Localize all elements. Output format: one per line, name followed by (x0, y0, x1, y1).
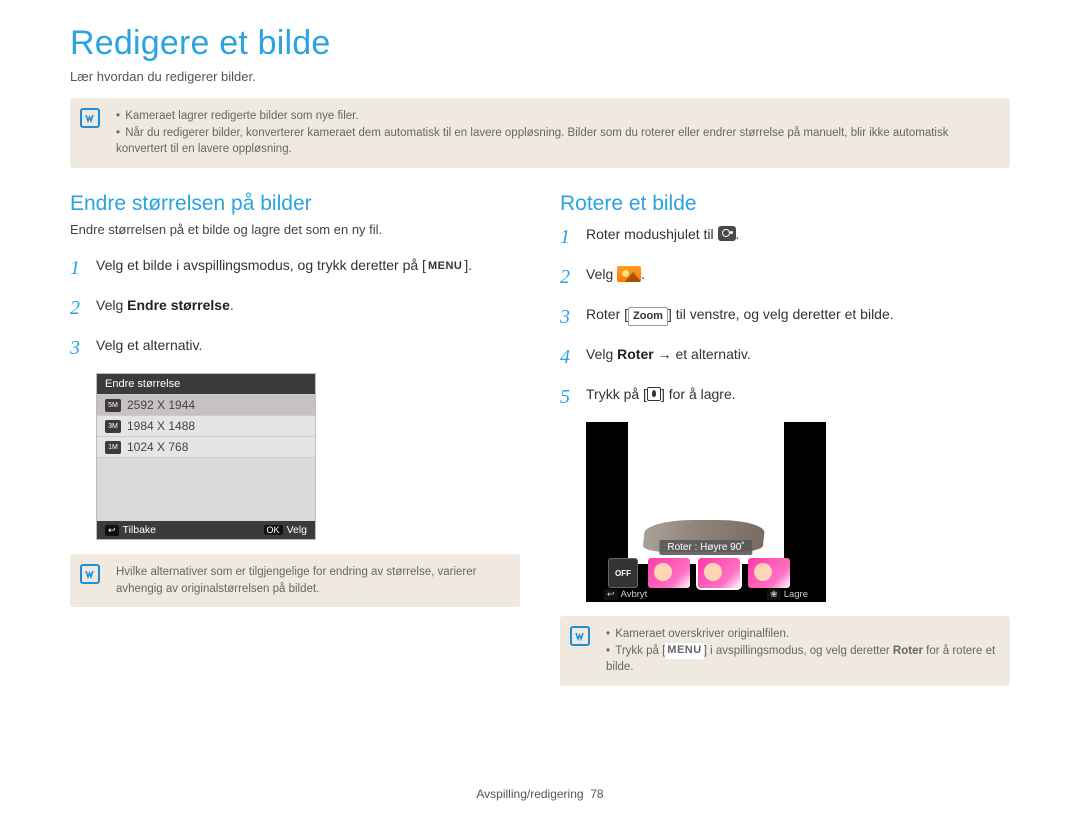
menu-header: Endre størrelse (97, 374, 315, 394)
step-bold: Roter (617, 346, 654, 362)
step-text: → et alternativ. (654, 346, 751, 362)
note-text: Hvilke alternativer som er tilgjengelige… (116, 566, 476, 595)
left-column: Endre størrelsen på bilder Endre størrel… (70, 192, 520, 686)
step-text: Velg et bilde i avspillingsmodus, og try… (96, 257, 426, 273)
menu-label: MENU (665, 643, 703, 659)
step-number: 2 (560, 262, 576, 292)
mode-dial-icon (718, 226, 736, 241)
menu-option-label: 2592 X 1944 (127, 398, 195, 412)
step-text: Roter [ (586, 306, 628, 322)
section-title-rotate: Rotere et bilde (560, 192, 1010, 216)
footer-back-label: Tilbake (123, 524, 156, 536)
step-text: ] for å lagre. (661, 386, 736, 402)
back-key-icon: ↩ (105, 525, 119, 536)
note-item: Kameraet overskriver originalfilen. (606, 626, 998, 643)
footer-section: Avspilling/redigering (476, 787, 583, 801)
rotate-thumb (748, 558, 790, 588)
step-number: 3 (70, 333, 86, 363)
step-number: 1 (70, 253, 86, 283)
note-item: Når du redigerer bilder, konverterer kam… (116, 125, 998, 158)
note-icon (80, 564, 100, 584)
note-icon (570, 626, 590, 646)
note-item: Kameraet lagrer redigerte bilder som nye… (116, 108, 998, 125)
step: 2 Velg Endre størrelse. (70, 293, 520, 323)
step-number: 5 (560, 382, 576, 412)
section-desc: Endre størrelsen på et bilde og lagre de… (70, 222, 520, 237)
step-text: . (230, 297, 234, 313)
photo-edit-icon (617, 266, 641, 282)
page-subtitle: Lær hvordan du redigerer bilder. (70, 69, 1010, 84)
resize-menu-screenshot: Endre størrelse 5M 2592 X 1944 3M 1984 X… (96, 373, 316, 540)
rotate-option-label: Roter : Høyre 90˚ (659, 540, 752, 555)
step-text: ]. (464, 257, 472, 273)
step: 1 Velg et bilde i avspillingsmodus, og t… (70, 253, 520, 283)
step-text: Velg et alternativ. (96, 333, 202, 356)
ok-key-icon: OK (264, 525, 283, 535)
step-text: . (641, 266, 645, 282)
right-column: Rotere et bilde 1 Roter modushjulet til … (560, 192, 1010, 686)
page-footer: Avspilling/redigering 78 (0, 787, 1080, 801)
resolution-icon: 3M (105, 420, 121, 433)
page-title: Redigere et bilde (70, 24, 1010, 63)
step-text: . (736, 226, 740, 242)
step-text: Velg (586, 346, 617, 362)
step-text: Velg (96, 297, 127, 313)
step-text: Roter modushjulet til (586, 226, 718, 242)
top-note: Kameraet lagrer redigerte bilder som nye… (70, 98, 1010, 168)
footer-select-label: Velg (287, 524, 307, 536)
right-note: Kameraet overskriver originalfilen. Tryk… (560, 616, 1010, 686)
step-text: Velg (586, 266, 617, 282)
menu-option: 5M 2592 X 1944 (97, 394, 315, 415)
resolution-icon: 1M (105, 441, 121, 454)
step: 3 Roter [Zoom] til venstre, og velg dere… (560, 302, 1010, 332)
step: 2 Velg . (560, 262, 1010, 292)
step-bold: Endre størrelse (127, 297, 230, 313)
menu-option: 1M 1024 X 768 (97, 436, 315, 457)
step: 4 Velg Roter → et alternativ. (560, 342, 1010, 372)
zoom-button-label: Zoom (628, 307, 668, 326)
macro-button-icon (647, 387, 661, 401)
footer-cancel: Avbryt (621, 589, 648, 600)
menu-label: MENU (426, 258, 464, 275)
menu-option-label: 1984 X 1488 (127, 419, 195, 433)
menu-option-label: 1024 X 768 (127, 440, 188, 454)
menu-option: 3M 1984 X 1488 (97, 415, 315, 436)
footer-page-number: 78 (590, 787, 603, 801)
rotate-screenshot: Roter : Høyre 90˚ OFF ↩Avbryt ❀Lagre (586, 422, 826, 602)
step: 1 Roter modushjulet til . (560, 222, 1010, 252)
back-key-icon: ↩ (604, 589, 618, 600)
footer-save: Lagre (784, 589, 808, 600)
step-text: ] til venstre, og velg deretter et bilde… (668, 306, 894, 322)
menu-footer: ↩ Tilbake OK Velg (97, 521, 315, 539)
note-item: Trykk på [MENU] i avspillingsmodus, og v… (606, 643, 998, 676)
step: 3 Velg et alternativ. (70, 333, 520, 363)
off-tile: OFF (608, 558, 638, 588)
step-number: 2 (70, 293, 86, 323)
step-number: 3 (560, 302, 576, 332)
rotate-thumb-selected (698, 558, 740, 588)
step-number: 1 (560, 222, 576, 252)
save-key-icon: ❀ (767, 589, 781, 600)
step: 5 Trykk på [ ] for å lagre. (560, 382, 1010, 412)
step-number: 4 (560, 342, 576, 372)
note-icon (80, 108, 100, 128)
section-title-resize: Endre størrelsen på bilder (70, 192, 520, 216)
rotate-thumb (648, 558, 690, 588)
step-text: Trykk på [ (586, 386, 647, 402)
resolution-icon: 5M (105, 399, 121, 412)
left-note: Hvilke alternativer som er tilgjengelige… (70, 554, 520, 607)
